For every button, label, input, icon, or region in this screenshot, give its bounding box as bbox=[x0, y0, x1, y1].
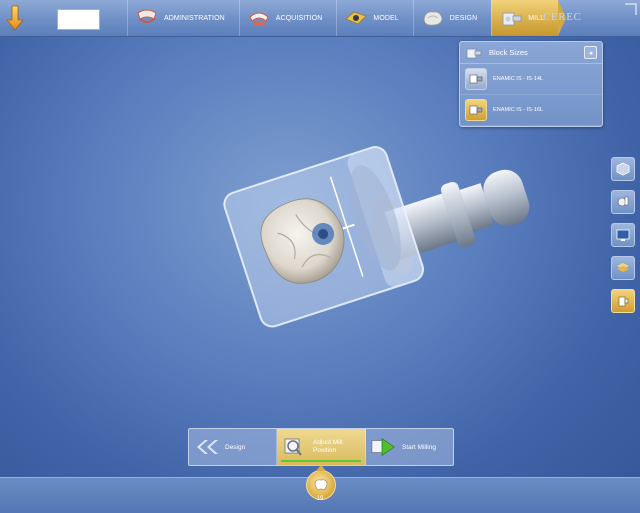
wizard-adjust-mill-position[interactable]: Adjust Mill Position bbox=[277, 429, 366, 465]
acquisition-icon bbox=[246, 7, 272, 29]
start-milling-icon bbox=[370, 434, 396, 460]
layers-button[interactable] bbox=[611, 256, 635, 280]
cube-view-icon bbox=[616, 162, 630, 176]
back-arrow-button[interactable] bbox=[2, 2, 28, 34]
step-acquisition[interactable]: ACQUISITION bbox=[238, 0, 337, 36]
step-label: ACQUISITION bbox=[275, 14, 323, 22]
panel-collapse-button[interactable]: ◂ bbox=[584, 46, 597, 59]
block-option-1[interactable]: ENAMIC IS - IS-14L bbox=[460, 64, 602, 95]
panel-title: Block Sizes bbox=[489, 48, 528, 57]
cube-view-button[interactable] bbox=[611, 157, 635, 181]
case-name-field[interactable] bbox=[57, 9, 100, 30]
step-label: DESIGN bbox=[449, 14, 478, 22]
mill-position-icon bbox=[281, 434, 307, 460]
block-option-2[interactable]: ENAMIC IS - IS-16L bbox=[460, 95, 602, 126]
model-icon bbox=[343, 7, 369, 29]
wizard-start-milling[interactable]: Start Milling bbox=[366, 429, 453, 465]
block-sizes-panel: Block Sizes ◂ ENAMIC IS - IS-14L ENAMIC … bbox=[459, 41, 603, 127]
step-model[interactable]: MODEL bbox=[336, 0, 412, 36]
step-label: MODEL bbox=[373, 14, 399, 22]
block-option-label: ENAMIC IS - IS-14L bbox=[493, 76, 544, 82]
layers-icon bbox=[617, 263, 629, 272]
mill-tool-icon bbox=[617, 196, 629, 207]
step-administration[interactable]: ADMINISTRATION bbox=[127, 0, 239, 36]
block-position-icon bbox=[618, 296, 629, 307]
wizard-back-design[interactable]: Design bbox=[189, 429, 277, 465]
back-arrow-icon bbox=[6, 5, 24, 31]
right-tool-column bbox=[611, 157, 637, 322]
block-option-label: ENAMIC IS - IS-16L bbox=[493, 107, 544, 113]
block-size-icon bbox=[465, 68, 487, 90]
block-position-button[interactable] bbox=[611, 289, 635, 313]
badge-pointer bbox=[316, 465, 326, 471]
administration-icon bbox=[134, 7, 160, 29]
monitor-icon bbox=[616, 229, 630, 241]
design-icon bbox=[420, 7, 446, 29]
wizard-back-label: Design bbox=[225, 443, 246, 451]
tooth-number: 19 bbox=[316, 496, 324, 502]
wizard-current-label: Adjust Mill Position bbox=[313, 439, 343, 454]
top-toolbar: ADMINISTRATION ACQUISITION MODEL DESIGN … bbox=[0, 0, 640, 37]
block-size-icon bbox=[465, 99, 487, 121]
workflow-wizard: Design Adjust Mill Position Start Millin… bbox=[188, 428, 454, 466]
mill-block-3d-view[interactable] bbox=[210, 125, 540, 355]
panel-header: Block Sizes ◂ bbox=[460, 42, 602, 64]
mill-tool-button[interactable] bbox=[611, 190, 635, 214]
wizard-next-label: Start Milling bbox=[402, 443, 436, 451]
block-icon bbox=[465, 46, 483, 60]
tooth-icon bbox=[314, 479, 328, 491]
mill-icon bbox=[498, 7, 524, 29]
double-chevron-left-icon bbox=[193, 434, 219, 460]
step-design[interactable]: DESIGN bbox=[412, 0, 491, 36]
window-resize-icon[interactable] bbox=[625, 3, 637, 15]
step-label: MILL bbox=[528, 14, 545, 22]
workflow-steps: ADMINISTRATION ACQUISITION MODEL DESIGN … bbox=[127, 0, 567, 36]
step-progress-bar bbox=[281, 460, 361, 462]
monitor-button[interactable] bbox=[611, 223, 635, 247]
brand-logo: CEREC bbox=[543, 11, 582, 23]
step-label: ADMINISTRATION bbox=[164, 14, 225, 22]
